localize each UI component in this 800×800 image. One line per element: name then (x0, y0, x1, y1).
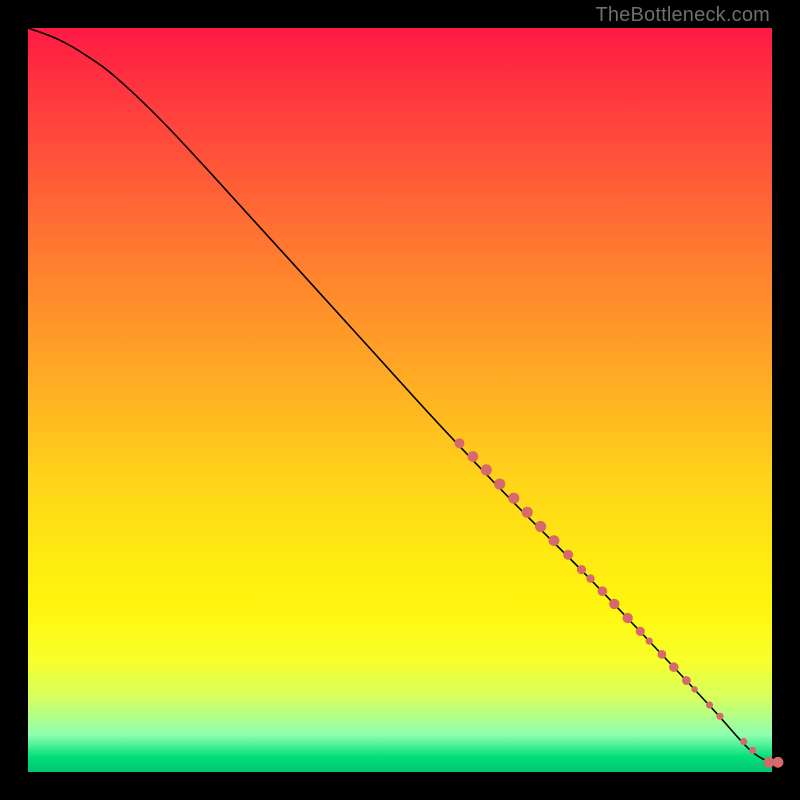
data-point (468, 451, 479, 462)
data-point (749, 747, 756, 754)
data-point (609, 599, 619, 609)
data-point (706, 701, 713, 708)
data-point (740, 738, 747, 745)
data-point (481, 464, 492, 475)
data-point (508, 493, 519, 504)
scatter-group (455, 438, 784, 767)
data-point (522, 507, 533, 518)
data-point (646, 638, 653, 645)
data-point (563, 550, 573, 560)
chart-stage: TheBottleneck.com (0, 0, 800, 800)
data-point (549, 535, 560, 546)
data-point (598, 586, 608, 596)
watermark-text: TheBottleneck.com (595, 4, 770, 27)
data-point (577, 565, 586, 574)
data-point (586, 574, 594, 582)
data-point (636, 627, 645, 636)
data-point (716, 713, 723, 720)
data-point (773, 757, 784, 768)
data-point (691, 686, 697, 692)
data-point (623, 613, 633, 623)
data-point (455, 438, 465, 448)
plot-area (28, 28, 772, 772)
data-point (494, 479, 505, 490)
data-point (669, 662, 679, 672)
data-point (658, 650, 667, 659)
chart-svg (28, 28, 772, 772)
data-point (682, 676, 691, 685)
data-point (535, 521, 546, 532)
